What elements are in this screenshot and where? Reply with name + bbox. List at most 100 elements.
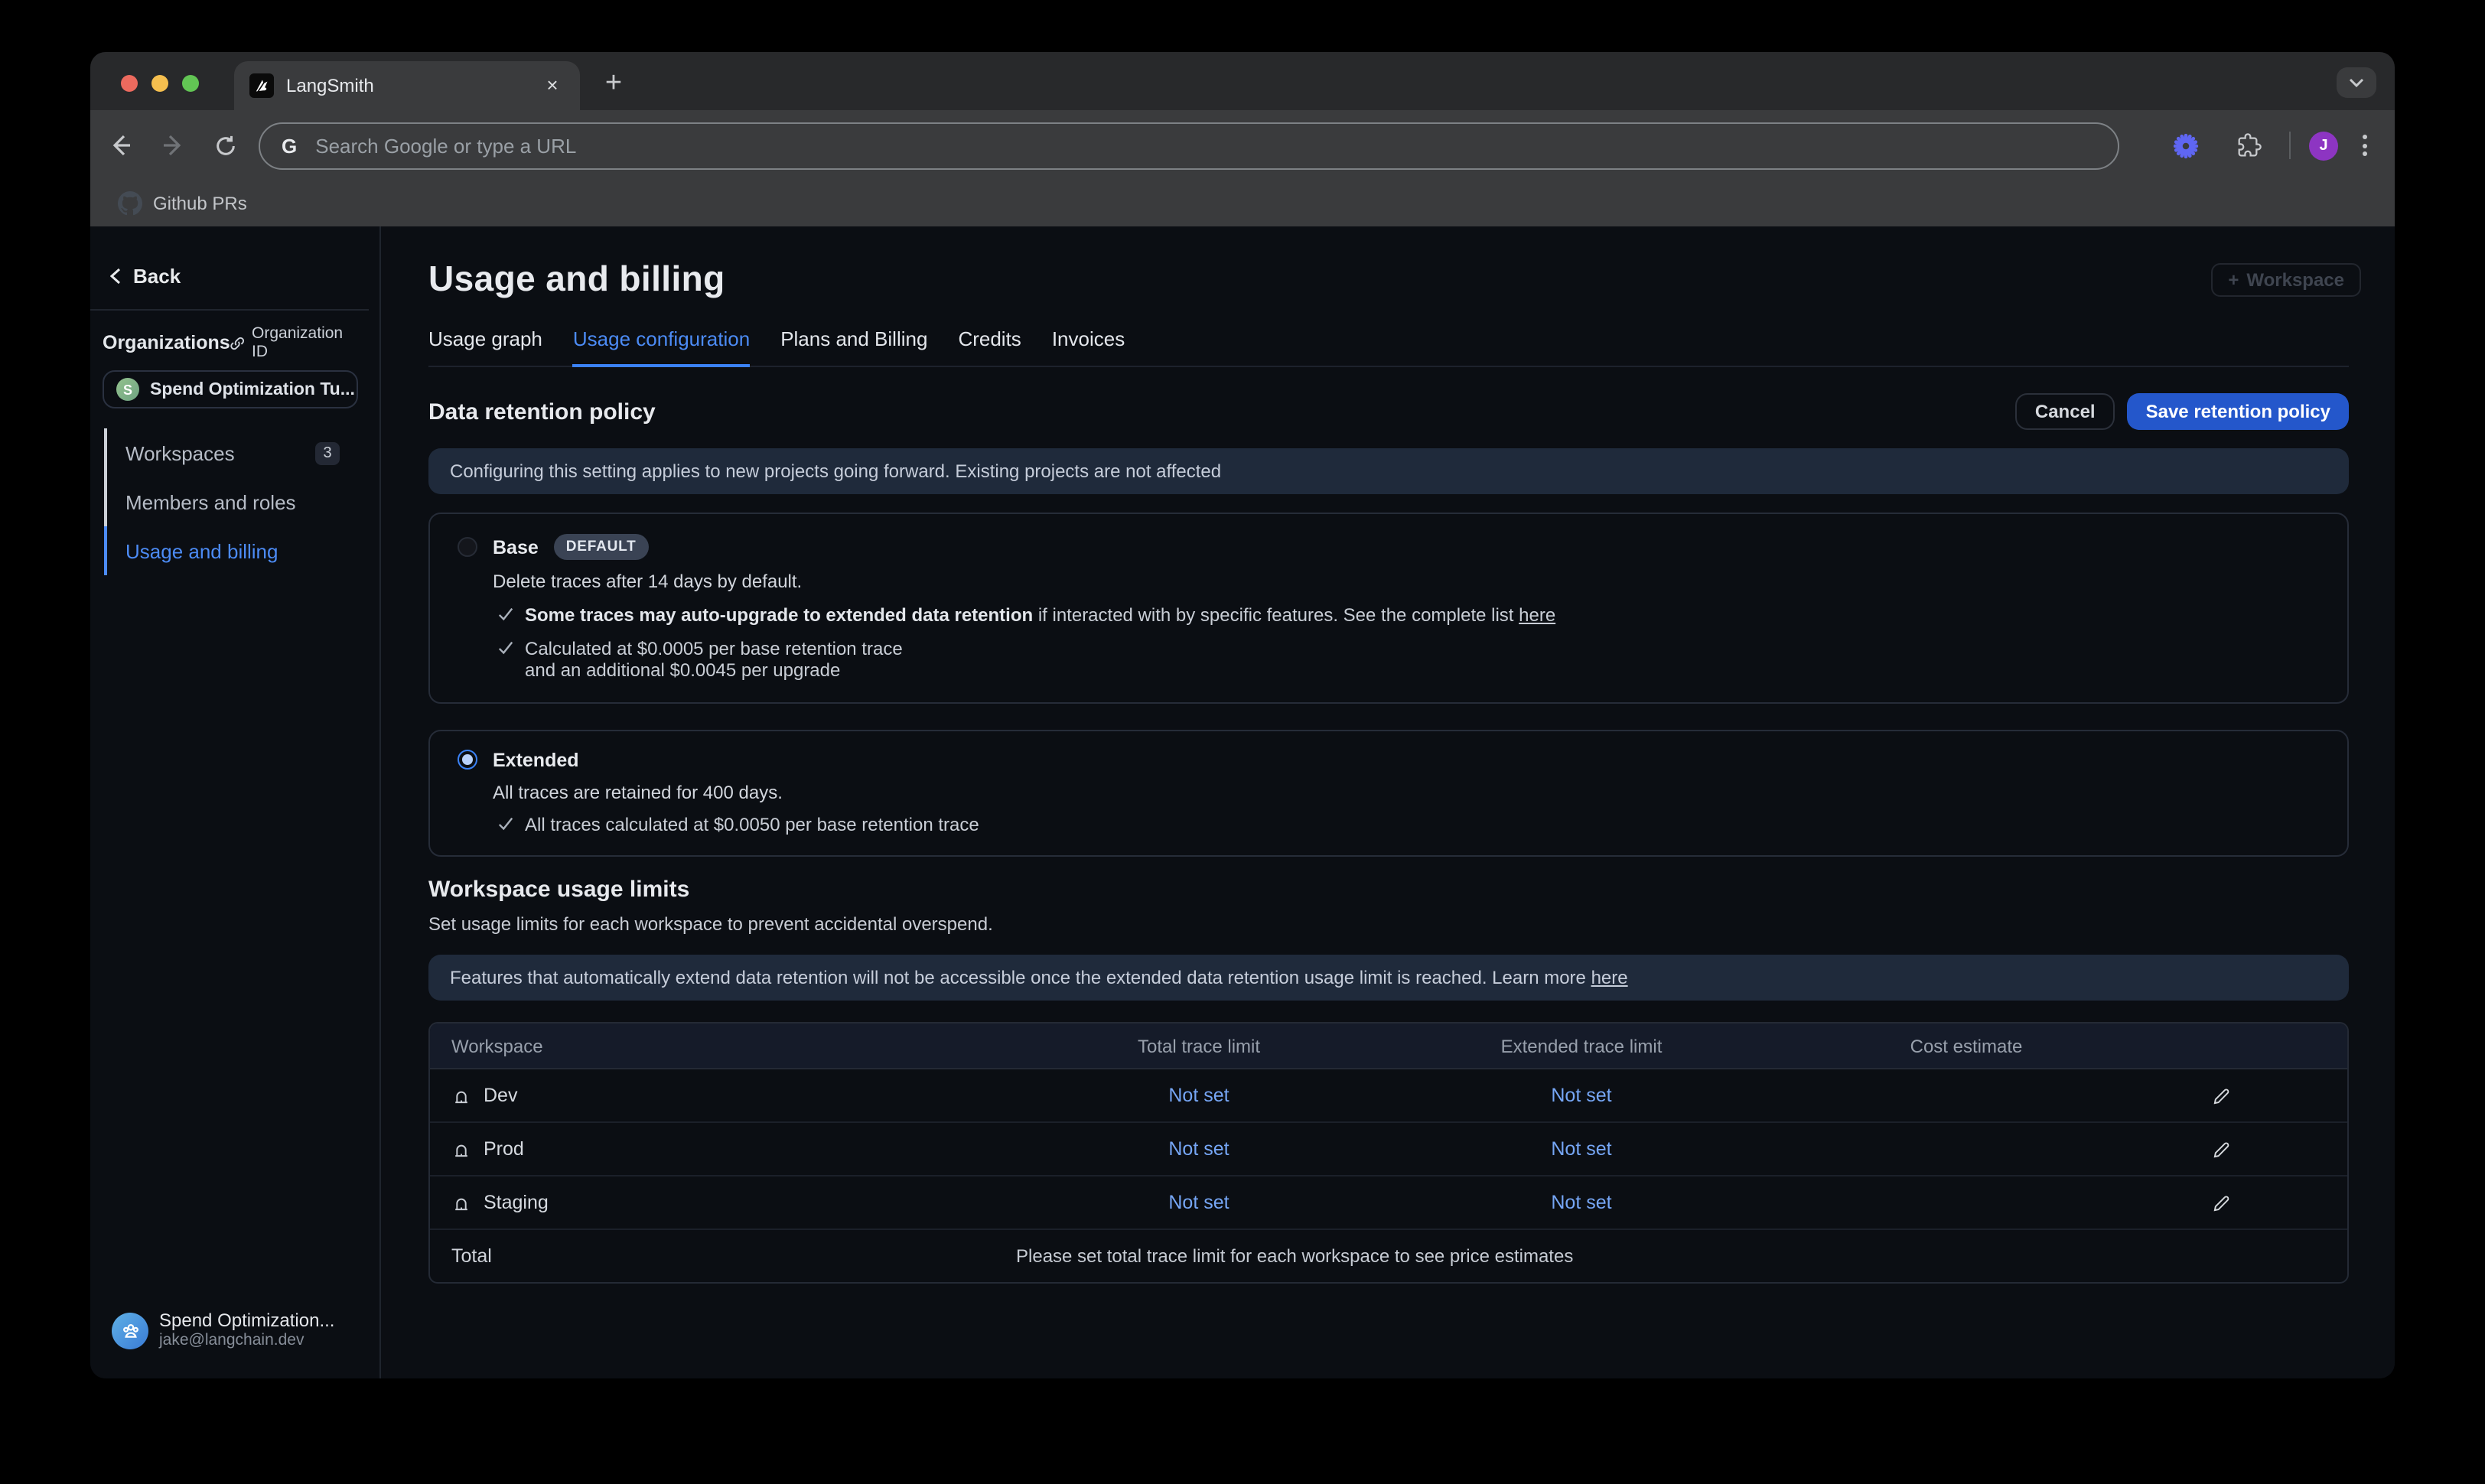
browser-forward-icon[interactable] <box>151 124 194 167</box>
tab-title: LangSmith <box>286 75 540 96</box>
toolbar-divider <box>2289 132 2291 159</box>
sidebar-item-usage-and-billing[interactable]: Usage and billing <box>103 526 379 575</box>
col-extended-trace-limit: Extended trace limit <box>1325 1035 1838 1056</box>
sidebar: Back Organizations Organization ID S Spe… <box>90 226 381 1378</box>
table-header: Workspace Total trace limit Extended tra… <box>430 1024 2347 1069</box>
col-total-trace-limit: Total trace limit <box>1073 1035 1325 1056</box>
user-email: jake@langchain.dev <box>159 1331 334 1351</box>
base-point-1-rest: if interacted with by specific features.… <box>1033 604 1519 626</box>
user-card[interactable]: Spend Optimization... jake@langchain.dev <box>112 1310 334 1351</box>
workspace-name: Prod <box>484 1138 524 1160</box>
page-tabs: Usage graph Usage configuration Plans an… <box>428 327 2349 367</box>
limits-banner-here-link[interactable]: here <box>1591 967 1628 988</box>
cancel-button[interactable]: Cancel <box>2015 393 2115 430</box>
extensions-puzzle-icon[interactable] <box>2228 124 2271 167</box>
pencil-icon <box>2211 1085 2231 1105</box>
langsmith-favicon-icon <box>249 73 274 98</box>
base-description: Delete traces after 14 days by default. <box>493 571 2347 592</box>
base-option-name: Base <box>493 536 539 558</box>
retention-option-base[interactable]: Base DEFAULT Delete traces after 14 days… <box>428 513 2349 704</box>
main-content: Usage and billing + Workspace Usage grap… <box>381 226 2395 1378</box>
chevron-left-icon <box>110 267 121 284</box>
retention-option-extended[interactable]: Extended All traces are retained for 400… <box>428 730 2349 857</box>
sidebar-item-label: Members and roles <box>125 490 296 513</box>
total-trace-limit-link[interactable]: Not set <box>1073 1192 1325 1213</box>
browser-profile-avatar[interactable]: J <box>2309 131 2338 160</box>
extended-radio[interactable] <box>458 750 477 770</box>
total-label: Total <box>430 1245 492 1267</box>
organization-selector[interactable]: S Spend Optimization Tu... <box>103 370 358 408</box>
check-icon <box>497 606 514 623</box>
browser-menu-icon[interactable] <box>2350 129 2379 162</box>
col-workspace: Workspace <box>430 1035 1073 1056</box>
extended-trace-limit-link[interactable]: Not set <box>1325 1192 1838 1213</box>
link-icon <box>230 334 246 351</box>
user-name: Spend Optimization... <box>159 1310 334 1331</box>
close-tab-icon[interactable]: × <box>540 73 565 98</box>
sidebar-item-label: Usage and billing <box>125 539 278 562</box>
workspaces-count-badge: 3 <box>315 441 340 464</box>
tab-search-button[interactable] <box>2337 67 2376 98</box>
extended-trace-limit-link[interactable]: Not set <box>1325 1138 1838 1160</box>
base-radio[interactable] <box>458 537 477 557</box>
save-retention-policy-button[interactable]: Save retention policy <box>2128 393 2349 430</box>
col-cost-estimate: Cost estimate <box>1838 1035 2095 1056</box>
google-icon: G <box>282 134 297 157</box>
github-icon <box>118 191 142 216</box>
total-message: Please set total trace limit for each wo… <box>1016 1245 1573 1267</box>
address-bar[interactable]: G Search Google or type a URL <box>259 122 2119 169</box>
toolbar-right: J <box>2154 110 2379 181</box>
tab-plans-and-billing[interactable]: Plans and Billing <box>780 327 927 367</box>
sidebar-item-members-and-roles[interactable]: Members and roles <box>103 477 379 526</box>
browser-back-icon[interactable] <box>99 124 142 167</box>
back-button[interactable]: Back <box>110 260 379 291</box>
tab-invoices[interactable]: Invoices <box>1052 327 1125 367</box>
sidebar-nav: Workspaces 3 Members and roles Usage and… <box>103 428 379 575</box>
main-header: Usage and billing + Workspace <box>428 255 2349 301</box>
add-workspace-label: Workspace <box>2246 269 2344 291</box>
zoom-window-button[interactable] <box>182 75 199 92</box>
people-icon <box>119 1319 142 1342</box>
bookmark-github-prs[interactable]: Github PRs <box>106 188 259 219</box>
retention-info-banner: Configuring this setting applies to new … <box>428 448 2349 494</box>
default-badge: DEFAULT <box>554 534 649 560</box>
retention-heading: Data retention policy <box>428 399 656 425</box>
tab-strip: LangSmith × + <box>90 52 2395 110</box>
organization-name: Spend Optimization Tu... <box>150 380 355 399</box>
new-tab-button[interactable]: + <box>595 67 632 104</box>
workspace-icon <box>451 1139 471 1159</box>
workspace-name: Staging <box>484 1192 549 1213</box>
total-trace-limit-link[interactable]: Not set <box>1073 1085 1325 1106</box>
user-avatar <box>112 1312 148 1349</box>
tab-usage-configuration[interactable]: Usage configuration <box>573 327 750 367</box>
extended-trace-limit-link[interactable]: Not set <box>1325 1085 1838 1106</box>
close-window-button[interactable] <box>121 75 138 92</box>
limits-heading: Workspace usage limits <box>428 878 2349 901</box>
address-bar-placeholder: Search Google or type a URL <box>315 134 576 157</box>
table-total-row: Total Please set total trace limit for e… <box>430 1230 2347 1282</box>
sidebar-divider <box>90 309 369 311</box>
window-controls <box>121 75 199 92</box>
check-icon <box>497 639 514 656</box>
edit-limits-button[interactable] <box>2095 1193 2347 1212</box>
total-trace-limit-link[interactable]: Not set <box>1073 1138 1325 1160</box>
tab-credits[interactable]: Credits <box>958 327 1021 367</box>
edit-limits-button[interactable] <box>2095 1139 2347 1159</box>
browser-reload-icon[interactable] <box>204 124 246 167</box>
minimize-window-button[interactable] <box>151 75 168 92</box>
organization-id-link[interactable]: Organization ID <box>230 324 355 361</box>
nav-rail <box>104 428 107 575</box>
base-point-1-bold: Some traces may auto-upgrade to extended… <box>525 604 1033 626</box>
pencil-icon <box>2211 1193 2231 1212</box>
base-point-1-here-link[interactable]: here <box>1519 604 1555 626</box>
desktop: LangSmith × + G Search Google or type a … <box>0 0 2485 1484</box>
workspace-icon <box>451 1085 471 1105</box>
sidebar-item-workspaces[interactable]: Workspaces 3 <box>103 428 379 477</box>
add-workspace-button[interactable]: + Workspace <box>2211 263 2361 297</box>
base-point-1: Some traces may auto-upgrade to extended… <box>497 604 2347 626</box>
bookmark-label: Github PRs <box>153 193 247 214</box>
extension-starburst-icon[interactable] <box>2164 124 2207 167</box>
tab-usage-graph[interactable]: Usage graph <box>428 327 542 367</box>
edit-limits-button[interactable] <box>2095 1085 2347 1105</box>
browser-tab[interactable]: LangSmith × <box>234 61 580 110</box>
